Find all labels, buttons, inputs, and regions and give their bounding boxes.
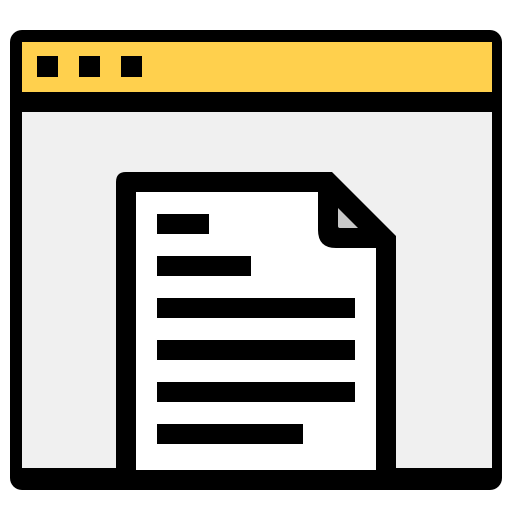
titlebar-dot	[79, 56, 100, 77]
text-line	[157, 340, 355, 360]
text-line	[157, 382, 355, 402]
text-line	[157, 424, 303, 444]
text-line	[157, 298, 355, 318]
titlebar-dot	[37, 56, 58, 77]
icon-svg	[10, 30, 502, 490]
text-line	[157, 214, 209, 234]
titlebar-dot	[121, 56, 142, 77]
titlebar-dots	[37, 56, 142, 77]
browser-window-document-icon	[0, 0, 512, 512]
text-line	[157, 256, 251, 276]
